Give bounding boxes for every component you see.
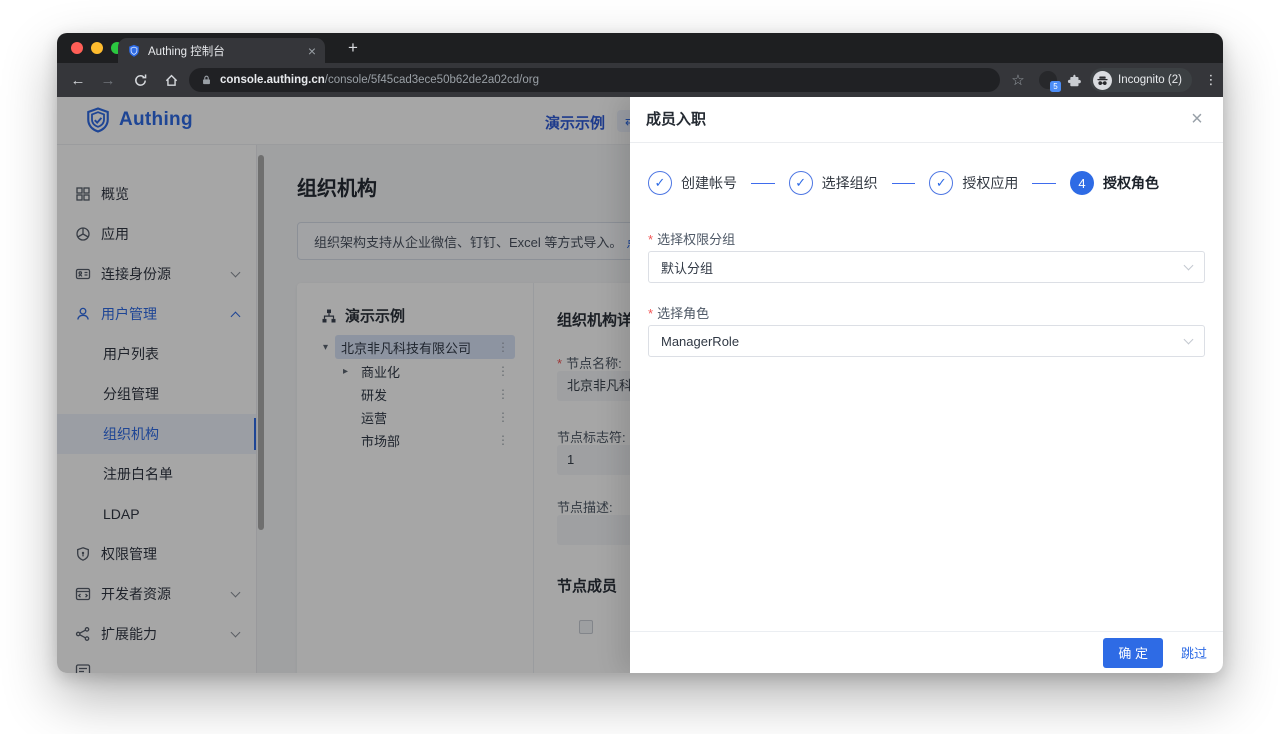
steps-indicator: ✓ 创建帐号 ✓ 选择组织 ✓ 授权应用 4 授权角色 bbox=[648, 171, 1159, 195]
incognito-icon bbox=[1093, 70, 1112, 90]
step-select-organization: ✓ 选择组织 bbox=[788, 171, 878, 195]
role-label: * 选择角色 bbox=[648, 306, 710, 321]
drawer-title: 成员入职 bbox=[646, 111, 707, 128]
drawer-header: 成员入职 × bbox=[630, 97, 1223, 143]
browser-toolbar: ← → console.authing.cn /console/5f45cad3… bbox=[57, 63, 1223, 97]
step-check-icon: ✓ bbox=[788, 171, 813, 195]
drawer-footer: 确 定 跳过 bbox=[630, 631, 1223, 673]
back-button[interactable]: ← bbox=[65, 63, 91, 97]
minimize-window-button[interactable] bbox=[91, 42, 103, 54]
new-tab-button[interactable]: + bbox=[341, 36, 365, 60]
browser-tab[interactable]: Authing 控制台 × bbox=[118, 38, 325, 63]
step-check-icon: ✓ bbox=[929, 171, 954, 195]
page-viewport: Authing 演示示例 ⇄ 切换用户池 概览 bbox=[57, 97, 1223, 673]
step-connector bbox=[751, 182, 775, 184]
confirm-button[interactable]: 确 定 bbox=[1103, 637, 1163, 668]
extensions-puzzle-icon[interactable] bbox=[1067, 72, 1083, 88]
browser-menu-kebab-icon[interactable]: ⋮ bbox=[1201, 63, 1221, 97]
step-create-account: ✓ 创建帐号 bbox=[648, 171, 737, 195]
bookmark-star-icon[interactable]: ☆ bbox=[1005, 63, 1031, 97]
browser-window: Authing 控制台 × + ← → console.authing.cn /… bbox=[57, 33, 1223, 673]
favicon-shield-icon bbox=[127, 44, 141, 58]
browser-tab-strip: Authing 控制台 × + bbox=[57, 33, 1223, 63]
extension-icon[interactable]: 5 bbox=[1039, 71, 1061, 92]
step-connector bbox=[1032, 182, 1057, 184]
url-path: /console/5f45cad3ece50b62de2a02cd/org bbox=[324, 74, 540, 86]
permission-group-label: * 选择权限分组 bbox=[648, 232, 736, 247]
close-window-button[interactable] bbox=[71, 42, 83, 54]
skip-link[interactable]: 跳过 bbox=[1181, 643, 1207, 662]
step-authorize-application: ✓ 授权应用 bbox=[929, 171, 1018, 195]
chevron-down-icon bbox=[1183, 260, 1194, 270]
tab-title: Authing 控制台 bbox=[148, 45, 225, 58]
home-button[interactable] bbox=[158, 63, 184, 97]
step-number: 4 bbox=[1070, 171, 1095, 195]
step-connector bbox=[891, 182, 916, 184]
permission-group-select[interactable]: 默认分组 bbox=[648, 251, 1205, 283]
chevron-down-icon bbox=[1183, 334, 1194, 344]
macos-window-controls bbox=[71, 42, 123, 54]
lock-icon bbox=[201, 74, 212, 86]
close-icon[interactable]: × bbox=[1185, 97, 1209, 141]
address-bar[interactable]: console.authing.cn /console/5f45cad3ece5… bbox=[189, 68, 1000, 92]
member-onboarding-drawer: 成员入职 × ✓ 创建帐号 ✓ 选择组织 ✓ 授权应用 4 授权角色 * 选择权… bbox=[630, 97, 1223, 673]
incognito-profile-chip[interactable]: Incognito (2) bbox=[1090, 68, 1192, 92]
step-check-icon: ✓ bbox=[648, 171, 672, 195]
tab-close-icon[interactable]: × bbox=[308, 44, 316, 58]
forward-button: → bbox=[100, 71, 116, 89]
extension-badge: 5 bbox=[1050, 81, 1061, 92]
screenshot-canvas: Authing 控制台 × + ← → console.authing.cn /… bbox=[0, 0, 1280, 734]
url-host: console.authing.cn bbox=[220, 74, 325, 86]
incognito-label: Incognito (2) bbox=[1118, 74, 1182, 86]
role-select[interactable]: ManagerRole bbox=[648, 325, 1205, 357]
reload-button[interactable] bbox=[127, 63, 153, 97]
step-authorize-role: 4 授权角色 bbox=[1070, 171, 1159, 195]
